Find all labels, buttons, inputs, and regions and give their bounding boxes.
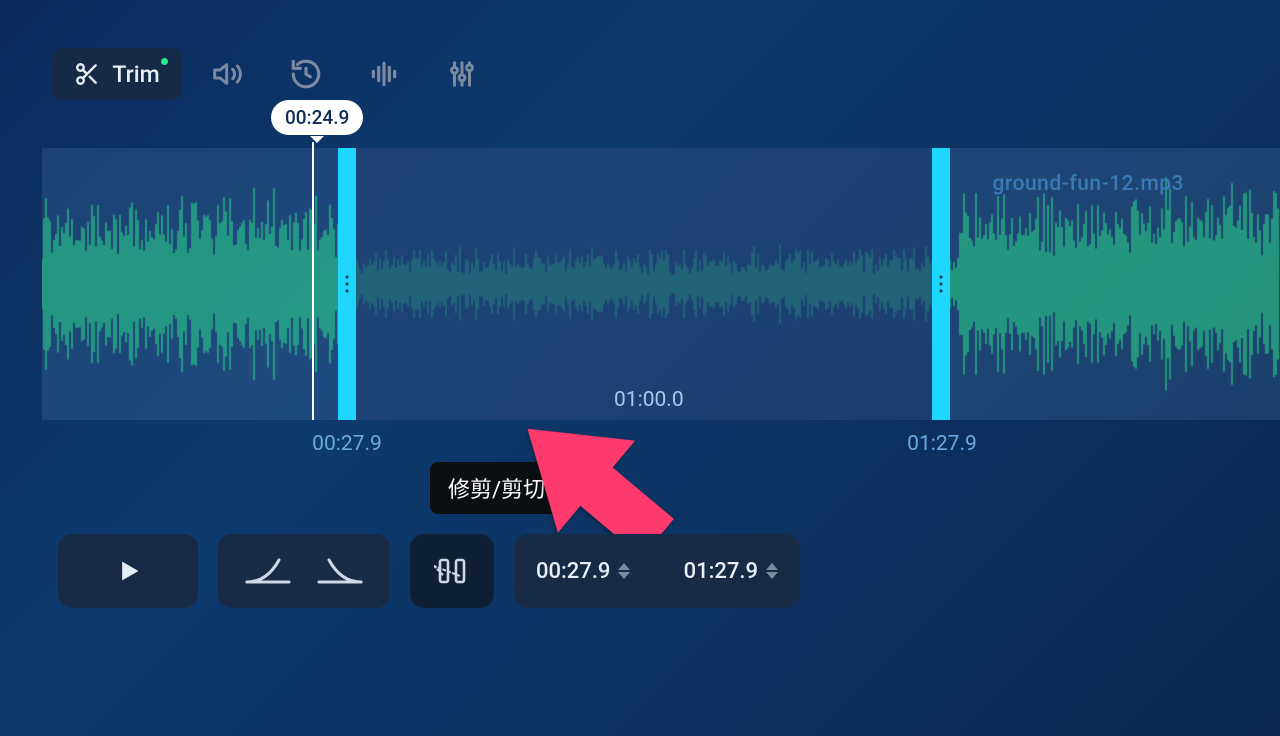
end-time-value: 01:27.9 (684, 559, 758, 584)
start-time-value: 00:27.9 (536, 559, 610, 584)
time-range-control: 00:27.9 01:27.9 (514, 534, 800, 608)
play-icon (114, 557, 142, 585)
end-time-up[interactable] (766, 563, 778, 570)
end-time-field[interactable]: 01:27.9 (684, 559, 778, 584)
fade-out-icon (313, 556, 363, 586)
top-toolbar: Trim (52, 48, 494, 100)
pitch-tool-button[interactable] (352, 48, 416, 100)
scissors-icon (74, 61, 100, 87)
volume-tool-button[interactable] (196, 48, 260, 100)
playhead-time-bubble: 00:24.9 (271, 100, 363, 135)
selection-start-label: 00:27.9 (312, 432, 382, 456)
midpoint-time-label: 01:00.0 (614, 388, 684, 412)
selection-time-labels: 00:27.9 01:27.9 (42, 432, 1280, 462)
start-time-up[interactable] (618, 563, 630, 570)
selection-handle-end[interactable] (932, 148, 950, 420)
bottom-controls: 00:27.9 01:27.9 (58, 534, 800, 608)
audio-filename: ground-fun-12.mp3 (993, 172, 1184, 196)
cut-segments-icon (434, 553, 470, 589)
fade-in-icon (245, 556, 295, 586)
trim-tool-button[interactable]: Trim (52, 48, 182, 100)
soundwave-icon (368, 58, 400, 90)
speed-tool-button[interactable] (274, 48, 338, 100)
start-time-field[interactable]: 00:27.9 (536, 559, 630, 584)
equalizer-icon (447, 59, 477, 89)
selection-overlay (338, 148, 932, 420)
end-time-down[interactable] (766, 572, 778, 579)
speed-icon (289, 57, 323, 91)
trim-label: Trim (112, 61, 159, 88)
fade-button[interactable] (218, 534, 390, 608)
selection-handle-start[interactable] (338, 148, 356, 420)
cut-tooltip: 修剪/剪切 (430, 462, 563, 514)
start-time-down[interactable] (618, 572, 630, 579)
cut-button[interactable] (410, 534, 494, 608)
waveform-timeline[interactable]: 00:24.9 01:00.0 ground-fun-12.mp3 (42, 148, 1280, 420)
active-indicator-dot (161, 58, 168, 65)
volume-icon (212, 58, 244, 90)
equalizer-tool-button[interactable] (430, 48, 494, 100)
selection-end-label: 01:27.9 (907, 432, 977, 456)
playhead[interactable]: 00:24.9 (312, 142, 314, 420)
play-button[interactable] (58, 534, 198, 608)
